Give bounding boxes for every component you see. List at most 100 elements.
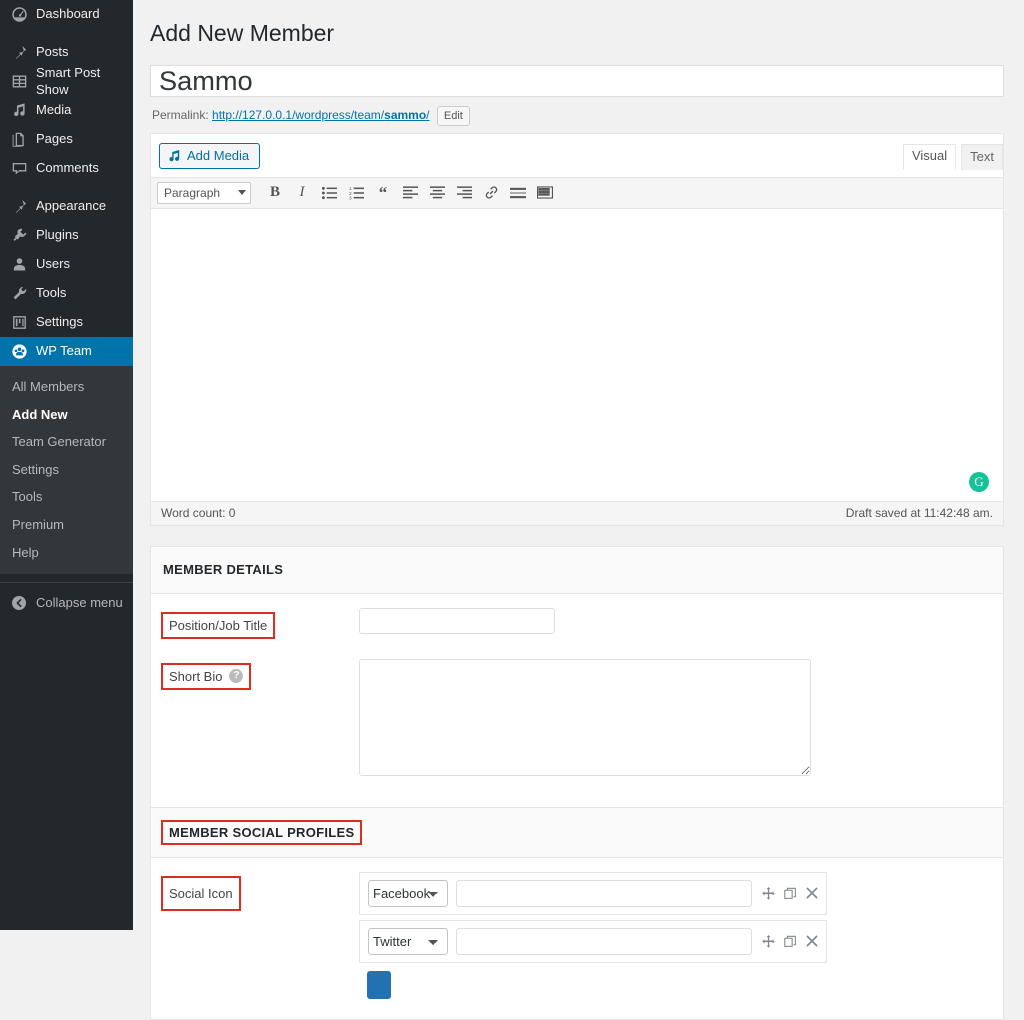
toolbar-toggle-icon[interactable] bbox=[532, 182, 558, 204]
member-details-metabox: MEMBER DETAILS Position/Job Title Short … bbox=[150, 545, 1004, 808]
social-icon-field-row: Social Icon FacebookTwitterLinkedInInsta… bbox=[161, 871, 991, 999]
sidebar-item-media[interactable]: Media bbox=[0, 96, 133, 125]
sidebar-separator bbox=[0, 183, 133, 192]
sidebar-item-wp-team[interactable]: WP Team bbox=[0, 337, 141, 366]
sidebar-item-label: Users bbox=[36, 256, 70, 272]
submenu-item-team-generator[interactable]: Team Generator bbox=[0, 428, 133, 456]
duplicate-icon[interactable] bbox=[784, 935, 797, 948]
chevron-down-icon bbox=[238, 190, 246, 196]
help-icon[interactable]: ? bbox=[229, 669, 244, 684]
submenu-item-help[interactable]: Help bbox=[0, 539, 133, 567]
read-more-icon[interactable] bbox=[505, 182, 531, 204]
collapse-arrow-icon bbox=[8, 595, 30, 610]
permalink-link[interactable]: http://127.0.0.1/wordpress/team/sammo/ bbox=[212, 108, 429, 122]
bio-label-group: Short Bio ? bbox=[160, 662, 252, 690]
draft-saved-status: Draft saved at 11:42:48 am. bbox=[845, 506, 993, 521]
social-profiles-heading: MEMBER SOCIAL PROFILES bbox=[160, 819, 363, 845]
page-title: Add New Member bbox=[150, 20, 335, 46]
sidebar-item-smart-post-show[interactable]: Smart Post Show bbox=[0, 65, 133, 97]
member-details-body: Position/Job Title Short Bio ? bbox=[151, 594, 1003, 807]
tab-visual[interactable]: Visual bbox=[902, 143, 957, 170]
paragraph-format-select[interactable]: Paragraph bbox=[157, 181, 251, 204]
wp-team-submenu: All Members Add New Team Generator Settings… bbox=[0, 366, 133, 575]
numbered-list-icon[interactable]: 123 bbox=[343, 182, 369, 204]
social-rows-control: FacebookTwitterLinkedInInstagramYouTubeP… bbox=[359, 871, 991, 999]
italic-icon[interactable]: I bbox=[289, 182, 315, 204]
duplicate-icon[interactable] bbox=[784, 887, 797, 900]
sidebar-item-label: Pages bbox=[36, 131, 73, 147]
permalink-label: Permalink: bbox=[152, 107, 209, 122]
wrench-icon bbox=[8, 284, 30, 304]
edit-permalink-button[interactable]: Edit bbox=[436, 105, 470, 126]
collapse-menu-button[interactable]: Collapse menu bbox=[0, 589, 133, 616]
social-url-input[interactable] bbox=[456, 879, 752, 907]
sidebar-item-label: Settings bbox=[36, 314, 83, 330]
remove-icon[interactable] bbox=[806, 935, 818, 947]
bulleted-list-icon[interactable] bbox=[316, 182, 342, 204]
sidebar-item-settings[interactable]: Settings bbox=[0, 308, 133, 337]
sidebar-item-comments[interactable]: Comments bbox=[0, 154, 133, 183]
position-label-wrap: Position/Job Title bbox=[160, 608, 359, 639]
editor-toolbar: Paragraph B I 123 “ bbox=[151, 176, 1003, 209]
position-input[interactable] bbox=[359, 607, 555, 634]
submenu-item-premium[interactable]: Premium bbox=[0, 511, 133, 539]
sidebar-item-label: Appearance bbox=[36, 198, 107, 214]
social-profiles-body: Social Icon FacebookTwitterLinkedInInsta… bbox=[151, 858, 1003, 1019]
link-icon[interactable] bbox=[478, 182, 504, 204]
sidebar-item-label: WP Team bbox=[36, 343, 92, 359]
submenu-item-settings[interactable]: Settings bbox=[0, 456, 133, 484]
sidebar-item-label: Comments bbox=[36, 160, 99, 176]
permalink-slug: sammo bbox=[384, 107, 427, 122]
social-rows-list: FacebookTwitterLinkedInInstagramYouTubeP… bbox=[359, 871, 827, 963]
permalink-box: Permalink: http://127.0.0.1/wordpress/te… bbox=[150, 97, 1004, 127]
plug-icon bbox=[8, 226, 30, 246]
add-media-button[interactable]: Add Media bbox=[159, 142, 261, 169]
bold-icon[interactable]: B bbox=[262, 182, 288, 204]
editor-content-area[interactable]: G bbox=[151, 208, 1003, 501]
move-icon[interactable] bbox=[762, 934, 775, 948]
sidebar-item-posts[interactable]: Posts bbox=[0, 38, 133, 67]
submenu-item-tools[interactable]: Tools bbox=[0, 483, 133, 511]
tab-text[interactable]: Text bbox=[961, 143, 1003, 170]
grammarly-icon[interactable]: G bbox=[969, 471, 989, 492]
submenu-item-add-new[interactable]: Add New bbox=[0, 401, 133, 429]
sidebar-item-tools[interactable]: Tools bbox=[0, 279, 133, 308]
sidebar-item-users[interactable]: Users bbox=[0, 250, 133, 279]
post-title-input[interactable] bbox=[150, 64, 1004, 97]
align-right-icon[interactable] bbox=[451, 182, 477, 204]
sidebar-item-pages[interactable]: Pages bbox=[0, 125, 133, 154]
content-editor: Add Media Visual Text Paragraph B I 123 “ bbox=[150, 132, 1004, 526]
sidebar-item-label: Dashboard bbox=[36, 6, 100, 22]
permalink-suffix: / bbox=[426, 107, 430, 122]
social-icon-label-wrap: Social Icon bbox=[161, 872, 359, 911]
move-icon[interactable] bbox=[762, 886, 775, 900]
social-network-select[interactable]: FacebookTwitterLinkedInInstagramYouTubeP… bbox=[368, 927, 448, 955]
collapse-menu-label: Collapse menu bbox=[36, 595, 123, 611]
title-field-wrap: Permalink: http://127.0.0.1/wordpress/te… bbox=[150, 64, 1004, 127]
svg-text:3: 3 bbox=[349, 195, 352, 199]
social-row: FacebookTwitterLinkedInInstagramYouTubeP… bbox=[359, 919, 827, 963]
social-profiles-metabox: MEMBER SOCIAL PROFILES Social Icon Faceb… bbox=[150, 807, 1004, 1020]
grid-icon bbox=[8, 72, 30, 92]
social-url-input[interactable] bbox=[456, 927, 752, 955]
member-details-heading: MEMBER DETAILS bbox=[163, 561, 284, 577]
sidebar-item-plugins[interactable]: Plugins bbox=[0, 221, 133, 250]
media-icon bbox=[8, 101, 30, 121]
align-center-icon[interactable] bbox=[424, 182, 450, 204]
collapse-menu-wrap: Collapse menu bbox=[0, 582, 133, 616]
position-label: Position/Job Title bbox=[160, 611, 276, 639]
social-row-actions bbox=[760, 934, 818, 948]
remove-icon[interactable] bbox=[806, 887, 818, 899]
media-icon bbox=[168, 149, 182, 163]
submenu-item-all-members[interactable]: All Members bbox=[0, 373, 133, 401]
sidebar-separator bbox=[0, 29, 133, 38]
align-left-icon[interactable] bbox=[397, 182, 423, 204]
add-social-row-button[interactable] bbox=[367, 970, 391, 999]
blockquote-icon[interactable]: “ bbox=[370, 182, 396, 204]
editor-mode-tabs: Visual Text bbox=[898, 143, 1003, 170]
bio-textarea[interactable] bbox=[359, 658, 811, 776]
sidebar-item-dashboard[interactable]: Dashboard bbox=[0, 0, 133, 29]
sidebar-item-appearance[interactable]: Appearance bbox=[0, 192, 133, 221]
position-control bbox=[359, 607, 991, 634]
social-network-select[interactable]: FacebookTwitterLinkedInInstagramYouTubeP… bbox=[368, 879, 448, 907]
